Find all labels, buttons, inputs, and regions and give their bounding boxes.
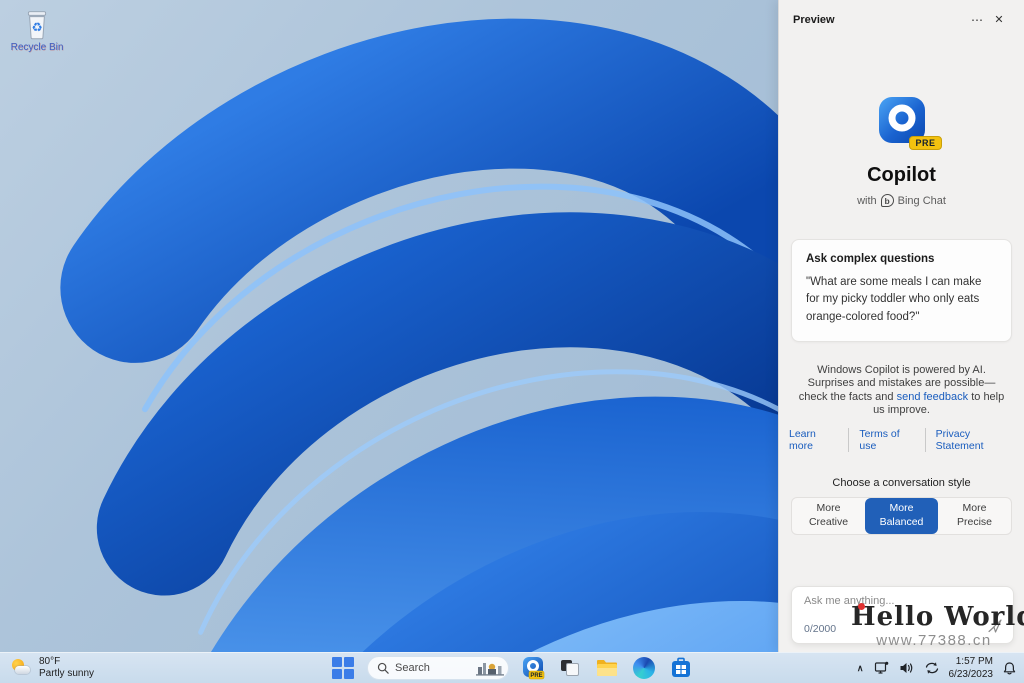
recycle-bin[interactable]: ♻ Recycle Bin: [8, 8, 66, 53]
chat-input-box[interactable]: 0/2000: [791, 586, 1014, 644]
system-tray: ∧ 1:57 PM 6/23/2023: [856, 653, 1018, 683]
notification-bell-icon[interactable]: [1001, 655, 1018, 681]
style-more-precise-button[interactable]: More Precise: [938, 498, 1011, 533]
weather-widget[interactable]: 80°F Partly sunny: [10, 653, 94, 683]
chat-input[interactable]: [804, 595, 983, 607]
copilot-taskbar-icon: PRE: [523, 657, 545, 680]
privacy-statement-link[interactable]: Privacy Statement: [924, 428, 1024, 453]
search-icon: [377, 662, 389, 674]
terms-of-use-link[interactable]: Terms of use: [848, 428, 924, 453]
display-device-icon[interactable]: [873, 655, 890, 681]
taskbar-search-box[interactable]: Search: [367, 656, 509, 680]
search-placeholder: Search: [395, 662, 430, 674]
taskbar-clock[interactable]: 1:57 PM 6/23/2023: [949, 655, 994, 681]
search-highlight-image: [476, 663, 504, 676]
file-explorer-icon: [597, 660, 617, 676]
conversation-style-group: More Creative More Balanced More Precise: [791, 497, 1012, 535]
recycle-bin-label: Recycle Bin: [10, 42, 64, 53]
bloom-wallpaper-art: [60, 18, 778, 652]
more-options-icon[interactable]: ⋯: [966, 10, 988, 30]
copilot-subtitle: with b Bing Chat: [857, 194, 946, 207]
microsoft-store-icon: [672, 657, 690, 677]
tray-expand-icon[interactable]: ∧: [856, 655, 865, 681]
character-counter: 0/2000: [804, 623, 837, 635]
suggestion-body: "What are some meals I can make for my p…: [806, 276, 982, 323]
style-more-balanced-button[interactable]: More Balanced: [865, 498, 938, 534]
copilot-panel: Preview ⋯ ✕ PRE Copilot with b Bing Chat…: [778, 0, 1024, 652]
taskbar-icon-task-view[interactable]: [557, 655, 583, 681]
task-view-icon: [561, 660, 579, 676]
taskbar-icon-edge[interactable]: [631, 655, 657, 681]
recycle-symbol: ♻: [31, 20, 42, 34]
copilot-logo: PRE: [876, 94, 942, 150]
taskbar-icon-file-explorer[interactable]: [594, 655, 620, 681]
taskbar-icon-store[interactable]: [668, 655, 694, 681]
start-button[interactable]: [330, 655, 356, 681]
preview-label: Preview: [793, 14, 835, 26]
edge-icon: [633, 657, 655, 679]
send-icon[interactable]: [985, 617, 1005, 637]
send-feedback-link[interactable]: send feedback: [897, 391, 969, 403]
conversation-style-label: Choose a conversation style: [832, 477, 971, 490]
partly-sunny-icon: [10, 658, 32, 678]
weather-condition: Partly sunny: [39, 668, 95, 679]
taskbar-center: Search PRE: [330, 653, 694, 683]
subtitle-brand: Bing Chat: [897, 194, 946, 207]
ai-disclaimer: Windows Copilot is powered by AI. Surpri…: [796, 364, 1007, 418]
network-icon[interactable]: [923, 655, 941, 681]
svg-text:PRE: PRE: [530, 673, 542, 679]
taskbar-icon-copilot[interactable]: PRE: [520, 655, 546, 681]
recycle-bin-icon: ♻: [27, 11, 47, 40]
screen: ♻ Recycle Bin Preview ⋯ ✕ PRE Copilot wi…: [0, 0, 1024, 683]
pre-badge: PRE: [909, 136, 942, 150]
copilot-hero: PRE Copilot with b Bing Chat: [779, 94, 1024, 207]
close-icon[interactable]: ✕: [988, 10, 1010, 30]
style-more-creative-button[interactable]: More Creative: [792, 498, 865, 533]
clock-date: 6/23/2023: [948, 669, 994, 680]
learn-more-link[interactable]: Learn more: [779, 428, 848, 452]
volume-icon[interactable]: [898, 655, 915, 681]
weather-text: 80°F Partly sunny: [39, 656, 94, 681]
copilot-header: Preview ⋯ ✕: [779, 0, 1024, 30]
clock-time: 1:57 PM: [955, 656, 993, 667]
copilot-title: Copilot: [867, 164, 936, 186]
taskbar: 80°F Partly sunny Search PRE ∧ 1:57 PM 6…: [0, 652, 1024, 683]
suggestion-heading: Ask complex questions: [806, 253, 935, 265]
footer-links: Learn more Terms of use Privacy Statemen…: [779, 428, 1024, 453]
subtitle-prefix: with: [857, 194, 877, 207]
bing-chat-icon: b: [880, 194, 894, 207]
suggestion-card[interactable]: Ask complex questions "What are some mea…: [791, 239, 1012, 342]
weather-temperature: 80°F: [39, 655, 61, 667]
desktop-wallpaper: ♻ Recycle Bin: [0, 0, 778, 652]
windows-logo-icon: [332, 657, 354, 679]
